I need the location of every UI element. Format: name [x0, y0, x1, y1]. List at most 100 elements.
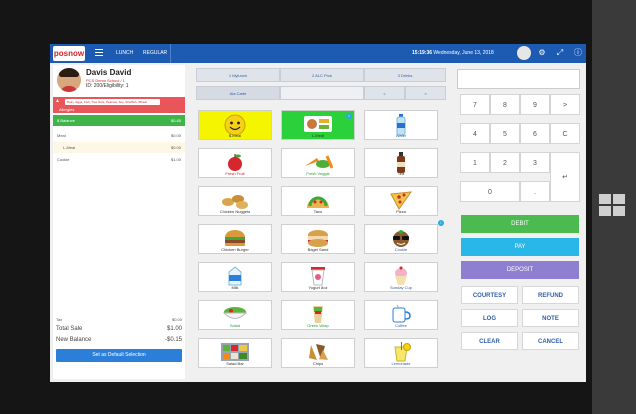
- note-button[interactable]: NOTE: [522, 309, 579, 327]
- nav-regular[interactable]: REGULAR: [143, 50, 167, 56]
- item-tile-chicken-burger[interactable]: Chicken Burger: [198, 224, 272, 254]
- item-tile-water[interactable]: Water: [364, 110, 438, 140]
- key-7[interactable]: 7: [460, 94, 490, 115]
- line-item-cookie[interactable]: Cookie $1.00: [53, 154, 185, 165]
- tab-next-button[interactable]: >: [405, 86, 446, 100]
- sundae-icon: [395, 266, 407, 285]
- salad-bar-icon: [221, 343, 249, 361]
- clear-button[interactable]: CLEAR: [461, 332, 518, 350]
- item-label: Pizza: [396, 209, 406, 214]
- refund-button[interactable]: REFUND: [522, 286, 579, 304]
- item-label: L-Meal: [311, 133, 325, 138]
- item-tile-smeal[interactable]: $-Meal: [198, 110, 272, 140]
- clock-date: Wednesday, June 13, 2018: [433, 50, 494, 56]
- lemonade-icon: [394, 342, 411, 362]
- item-tile-chips[interactable]: Chips: [281, 338, 355, 368]
- deposit-button[interactable]: DEPOSIT: [461, 261, 579, 279]
- key-5[interactable]: 5: [490, 123, 520, 144]
- item-tile-lemonade[interactable]: Lemonade: [364, 338, 438, 368]
- item-label: Yogurt 8oz: [308, 285, 328, 290]
- key-6[interactable]: 6: [520, 123, 550, 144]
- line-item-meal[interactable]: Meal $0.00: [53, 130, 185, 141]
- balance-value: $0.85: [170, 118, 181, 123]
- item-tile-pizza[interactable]: Pizza: [364, 186, 438, 216]
- tab-drinks[interactable]: 3 Drinks: [364, 68, 446, 82]
- info-icon[interactable]: i: [346, 113, 352, 119]
- allergy-label: Allergies: [59, 107, 75, 112]
- tab-mylunch[interactable]: 1 Mylunch: [196, 68, 280, 82]
- warning-icon: ▲: [55, 98, 60, 104]
- item-label: Chicken Nuggets: [219, 209, 251, 214]
- item-tile-greek-wrap[interactable]: Greek Wrap: [281, 300, 355, 330]
- lmeal-value: $0.00: [170, 145, 181, 150]
- allergy-list: Dairy, Eggs, Fish, Tree Nuts, Peanuts, S…: [65, 99, 160, 105]
- tab-prev-button[interactable]: <: [364, 86, 405, 100]
- pos-screen: posnow LUNCH REGULAR 15:19:36 Wednesday,…: [50, 44, 586, 382]
- lmeal-label: L-Meal: [63, 145, 76, 150]
- veggie-icon: [305, 155, 333, 169]
- debit-button[interactable]: DEBIT: [461, 215, 579, 233]
- balance-row: $ Balance $0.85: [53, 115, 185, 126]
- item-label: Cookie: [394, 247, 408, 252]
- key-clear-c[interactable]: C: [550, 123, 580, 144]
- meal-label: Meal: [57, 133, 66, 138]
- gear-icon[interactable]: ⚙: [536, 47, 548, 59]
- nav-lunch[interactable]: LUNCH: [116, 50, 133, 56]
- tab-ala-carte[interactable]: Ala Carte: [196, 86, 280, 100]
- item-tile-yogurt[interactable]: Yogurt 8oz: [281, 262, 355, 292]
- milk-carton-icon: [228, 266, 242, 286]
- tab-alc-prck[interactable]: 2 ALC Prck: [280, 68, 364, 82]
- item-tile-milk[interactable]: Milk: [198, 262, 272, 292]
- key-8[interactable]: 8: [490, 94, 520, 115]
- meal-value: $0.00: [170, 133, 181, 138]
- item-label: Coffee: [395, 323, 407, 328]
- pay-button[interactable]: PAY: [461, 238, 579, 256]
- yogurt-cup-icon: [311, 267, 325, 286]
- item-tile-fresh-fruit[interactable]: Fresh Fruit: [198, 148, 272, 178]
- log-button[interactable]: LOG: [461, 309, 518, 327]
- key-next[interactable]: >: [550, 94, 580, 115]
- key-1[interactable]: 1: [460, 152, 490, 173]
- item-label: Fresh Fruit: [225, 171, 245, 176]
- patron-id: ID: 200/Eligibility: 1: [86, 83, 129, 89]
- item-tile-salad-bar[interactable]: Salad Bar: [198, 338, 272, 368]
- item-tile-sunday-cup[interactable]: Sunday Cup: [364, 262, 438, 292]
- item-tile-tea[interactable]: Tea: [364, 148, 438, 178]
- info-icon[interactable]: ⓘ: [572, 47, 584, 59]
- item-label: Fresh Veggie: [306, 171, 330, 176]
- item-tile-salad[interactable]: Salad: [198, 300, 272, 330]
- allergy-banner: ▲ Dairy, Eggs, Fish, Tree Nuts, Peanuts,…: [53, 97, 185, 113]
- patron-photo: [57, 68, 81, 92]
- item-tile-chicken-nuggets[interactable]: Chicken Nuggets: [198, 186, 272, 216]
- item-tile-fresh-veggie[interactable]: Fresh Veggie: [281, 148, 355, 178]
- tray-meal-icon: [304, 116, 332, 132]
- item-label: Water: [395, 133, 407, 138]
- new-balance-value: -$0.15: [164, 337, 182, 343]
- bagel-icon: [308, 230, 328, 247]
- item-tile-bagel-sand[interactable]: Bagel Sand: [281, 224, 355, 254]
- courtesy-button[interactable]: COURTESY: [461, 286, 518, 304]
- windows-logo-icon[interactable]: [599, 194, 625, 216]
- item-tile-cookie[interactable]: Cookie: [364, 224, 438, 254]
- cookie-value: $1.00: [170, 157, 181, 162]
- datetime: 15:19:36 Wednesday, June 13, 2018: [412, 50, 494, 56]
- key-3[interactable]: 3: [520, 152, 550, 173]
- key-0[interactable]: 0: [460, 181, 520, 202]
- key-enter[interactable]: ↵: [550, 152, 580, 202]
- item-tile-taco[interactable]: Taco: [281, 186, 355, 216]
- item-label: Chips: [312, 361, 324, 366]
- item-tile-lmeal[interactable]: L-Meal i: [281, 110, 355, 140]
- key-decimal[interactable]: .: [520, 181, 550, 202]
- key-9[interactable]: 9: [520, 94, 550, 115]
- key-2[interactable]: 2: [490, 152, 520, 173]
- line-item-lmeal[interactable]: L-Meal $0.00: [53, 142, 185, 153]
- set-default-button[interactable]: Set as Default Selection: [56, 349, 182, 362]
- expand-icon[interactable]: ⤢: [554, 47, 566, 59]
- info-icon[interactable]: i: [438, 220, 444, 226]
- user-icon[interactable]: [517, 46, 531, 60]
- new-balance-label: New Balance: [56, 337, 92, 343]
- menu-icon[interactable]: [95, 49, 103, 58]
- cancel-button[interactable]: CANCEL: [522, 332, 579, 350]
- item-tile-coffee[interactable]: Coffee: [364, 300, 438, 330]
- key-4[interactable]: 4: [460, 123, 490, 144]
